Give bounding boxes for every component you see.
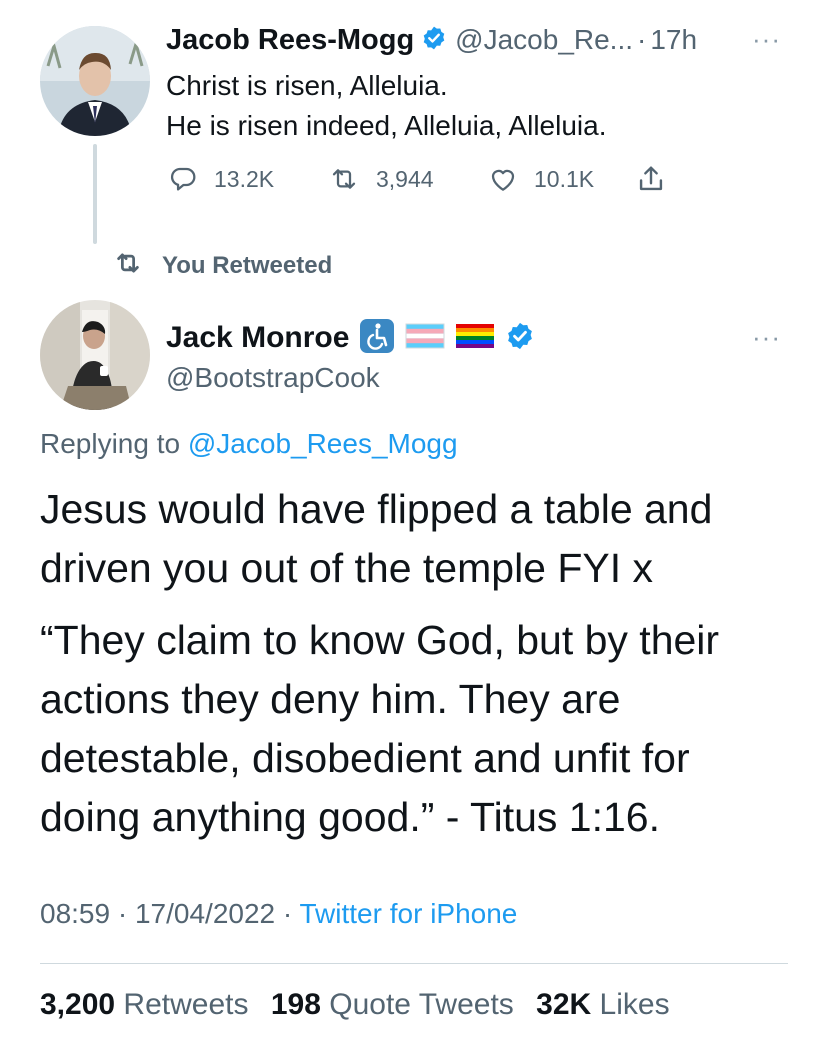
parent-handle[interactable]: @Jacob_Re... bbox=[455, 24, 633, 56]
tweet-stats: 3,200 Retweets 198 Quote Tweets 32K Like… bbox=[40, 988, 670, 1022]
replying-prefix: Replying to bbox=[40, 428, 181, 459]
replying-mention-link[interactable]: @Jacob_Rees_Mogg bbox=[188, 428, 458, 459]
parent-text-line: Christ is risen, Alleluia. bbox=[166, 70, 448, 101]
parent-text-line: He is risen indeed, Alleluia, Alleluia. bbox=[166, 110, 607, 141]
divider bbox=[40, 963, 788, 964]
share-icon bbox=[634, 162, 668, 196]
verified-badge-icon bbox=[505, 321, 535, 356]
tweet-date[interactable]: 17/04/2022 bbox=[135, 898, 275, 929]
retweets-count: 3,200 bbox=[40, 988, 116, 1021]
reply-count: 13.2K bbox=[214, 165, 275, 192]
tweet-body-quote: “They claim to know God, but by their ac… bbox=[40, 617, 720, 840]
parent-tweet-text: Christ is risen, Alleluia. He is risen i… bbox=[166, 66, 606, 146]
parent-tweet-header: Jacob Rees-Mogg @Jacob_Re... · 17h bbox=[166, 22, 697, 58]
transgender-flag-emoji bbox=[405, 321, 445, 356]
quote-tweets-stat[interactable]: 198 Quote Tweets bbox=[271, 988, 514, 1021]
quotes-count: 198 bbox=[270, 988, 321, 1021]
thread-line bbox=[93, 144, 97, 244]
reply-icon bbox=[166, 163, 200, 195]
retweet-count: 3,944 bbox=[376, 165, 434, 192]
verified-badge-icon bbox=[421, 25, 447, 56]
retweet-indicator: You Retweeted bbox=[110, 250, 332, 282]
main-author-name[interactable]: Jack Monroe bbox=[166, 321, 349, 355]
main-handle[interactable]: @BootstrapCook bbox=[166, 362, 380, 394]
tweet-source-link[interactable]: Twitter for iPhone bbox=[300, 898, 518, 929]
retweet-indicator-label: You Retweeted bbox=[162, 252, 333, 279]
meta-separator: · bbox=[117, 898, 128, 929]
main-tweet-header: Jack Monroe bbox=[166, 318, 535, 358]
likes-count: 32K bbox=[536, 988, 592, 1021]
wheelchair-emoji bbox=[359, 318, 395, 359]
reply-button[interactable]: 13.2K bbox=[166, 162, 274, 196]
replying-to: Replying to @Jacob_Rees_Mogg bbox=[40, 428, 458, 460]
parent-author-name[interactable]: Jacob Rees-Mogg bbox=[166, 24, 414, 57]
like-count: 10.1K bbox=[534, 165, 595, 192]
parent-more-icon[interactable]: ··· bbox=[752, 24, 781, 55]
quotes-label: Quote Tweets bbox=[329, 988, 514, 1021]
retweets-label: Retweets bbox=[123, 988, 249, 1021]
tweet-body-paragraph: Jesus would have flipped a table and dri… bbox=[40, 486, 713, 591]
retweet-button[interactable]: 3,944 bbox=[326, 162, 434, 196]
main-more-icon[interactable]: ··· bbox=[752, 322, 781, 353]
parent-timestamp[interactable]: 17h bbox=[650, 24, 697, 56]
parent-separator: · bbox=[637, 24, 647, 55]
share-button[interactable] bbox=[634, 162, 668, 196]
likes-label: Likes bbox=[599, 988, 670, 1021]
rainbow-flag-emoji bbox=[455, 321, 495, 356]
avatar-jacob-rees-mogg[interactable] bbox=[40, 26, 150, 136]
likes-stat[interactable]: 32K Likes bbox=[536, 988, 669, 1021]
retweets-stat[interactable]: 3,200 Retweets bbox=[40, 988, 248, 1021]
meta-separator: · bbox=[282, 898, 293, 929]
retweet-icon bbox=[326, 163, 362, 195]
tweet-time[interactable]: 08:59 bbox=[40, 898, 110, 929]
parent-action-bar: 13.2K 3,944 10.1K bbox=[166, 162, 686, 196]
retweet-icon bbox=[110, 248, 146, 285]
like-button[interactable]: 10.1K bbox=[486, 162, 594, 196]
avatar-jack-monroe[interactable] bbox=[40, 300, 150, 410]
tweet-meta: 08:59 · 17/04/2022 · Twitter for iPhone bbox=[40, 898, 517, 930]
like-icon bbox=[486, 163, 520, 195]
